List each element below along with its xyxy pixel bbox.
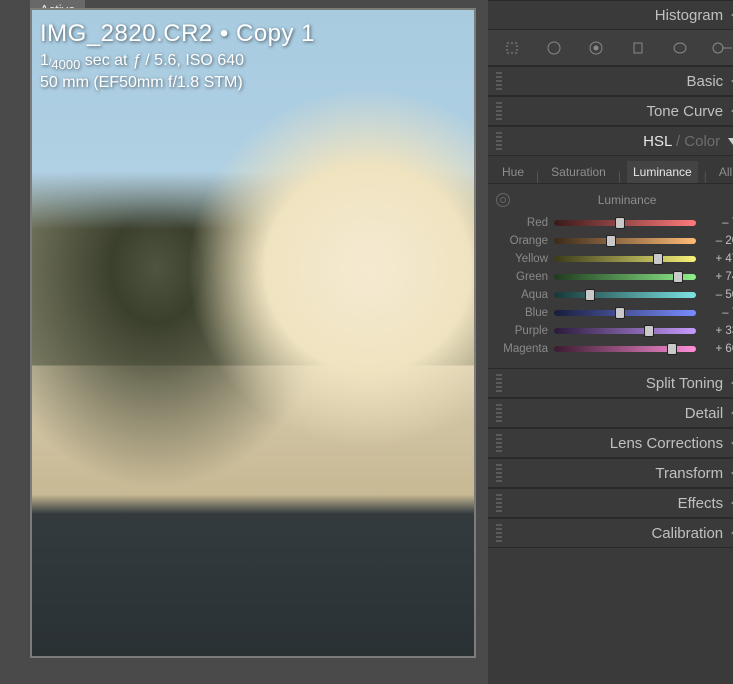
- slider-value-red[interactable]: – 7: [696, 217, 733, 229]
- slider-label-aqua: Aqua: [496, 289, 554, 301]
- slider-thumb[interactable]: [585, 289, 595, 301]
- panel-basic[interactable]: Basic: [488, 66, 733, 96]
- slider-value-orange[interactable]: – 20: [696, 235, 733, 247]
- slider-label-orange: Orange: [496, 235, 554, 247]
- slider-value-green[interactable]: + 74: [696, 271, 733, 283]
- tab-saturation[interactable]: Saturation: [545, 161, 612, 183]
- panel-transform[interactable]: Transform: [488, 458, 733, 488]
- slider-blue[interactable]: [554, 310, 696, 316]
- hsl-tabs: Hue| Saturation| Luminance| All: [488, 156, 733, 184]
- tab-all[interactable]: All: [713, 161, 733, 183]
- panel-detail[interactable]: Detail: [488, 398, 733, 428]
- slider-thumb[interactable]: [615, 217, 625, 229]
- slider-label-purple: Purple: [496, 325, 554, 337]
- grip-icon: [496, 102, 502, 120]
- overlay-lens: 50 mm (EF50mm f/1.8 STM): [40, 74, 466, 92]
- slider-thumb[interactable]: [653, 253, 663, 265]
- slider-thumb[interactable]: [667, 343, 677, 355]
- slider-red[interactable]: [554, 220, 696, 226]
- graduated-tool-icon[interactable]: [622, 35, 654, 61]
- panel-lens-corrections[interactable]: Lens Corrections: [488, 428, 733, 458]
- tool-strip: [488, 30, 733, 66]
- grip-icon: [496, 434, 502, 452]
- slider-green[interactable]: [554, 274, 696, 280]
- targeted-adjustment-icon[interactable]: [496, 193, 510, 207]
- slider-magenta[interactable]: [554, 346, 696, 352]
- redeye-tool-icon[interactable]: [580, 35, 612, 61]
- slider-label-magenta: Magenta: [496, 343, 554, 355]
- slider-label-red: Red: [496, 217, 554, 229]
- panel-effects[interactable]: Effects: [488, 488, 733, 518]
- slider-value-yellow[interactable]: + 47: [696, 253, 733, 265]
- spot-tool-icon[interactable]: [538, 35, 570, 61]
- panel-histogram[interactable]: Histogram: [488, 0, 733, 30]
- slider-value-magenta[interactable]: + 66: [696, 343, 733, 355]
- panel-tone-curve[interactable]: Tone Curve: [488, 96, 733, 126]
- crop-tool-icon[interactable]: [496, 35, 528, 61]
- panel-split-toning[interactable]: Split Toning: [488, 368, 733, 398]
- slider-purple[interactable]: [554, 328, 696, 334]
- slider-label-yellow: Yellow: [496, 253, 554, 265]
- radial-tool-icon[interactable]: [664, 35, 696, 61]
- panel-calibration[interactable]: Calibration: [488, 518, 733, 548]
- slider-aqua[interactable]: [554, 292, 696, 298]
- slider-yellow[interactable]: [554, 256, 696, 262]
- tab-luminance[interactable]: Luminance: [627, 161, 698, 183]
- slider-label-green: Green: [496, 271, 554, 283]
- slider-label-blue: Blue: [496, 307, 554, 319]
- grip-icon: [496, 132, 502, 150]
- chevron-down-icon: [728, 138, 733, 145]
- grip-icon: [496, 464, 502, 482]
- slider-thumb[interactable]: [673, 271, 683, 283]
- panel-hsl-color[interactable]: HSL / Color: [488, 126, 733, 156]
- grip-icon: [496, 72, 502, 90]
- hsl-body-title: Luminance: [516, 193, 733, 207]
- grip-icon: [496, 404, 502, 422]
- slider-thumb[interactable]: [615, 307, 625, 319]
- tab-hue[interactable]: Hue: [496, 161, 530, 183]
- slider-value-purple[interactable]: + 33: [696, 325, 733, 337]
- slider-value-aqua[interactable]: – 50: [696, 289, 733, 301]
- image-preview[interactable]: IMG_2820.CR2 • Copy 1 1/4000 sec at ƒ / …: [30, 8, 476, 658]
- grip-icon: [496, 374, 502, 392]
- slider-thumb[interactable]: [606, 235, 616, 247]
- grip-icon: [496, 524, 502, 542]
- grip-icon: [496, 494, 502, 512]
- overlay-filename: IMG_2820.CR2 • Copy 1: [40, 20, 466, 48]
- shutter-fraction: 1/4000: [40, 52, 80, 69]
- slider-thumb[interactable]: [644, 325, 654, 337]
- brush-tool-icon[interactable]: [706, 35, 733, 61]
- overlay-exposure: 1/4000 sec at ƒ / 5.6, ISO 640: [40, 52, 466, 72]
- slider-orange[interactable]: [554, 238, 696, 244]
- slider-value-blue[interactable]: – 7: [696, 307, 733, 319]
